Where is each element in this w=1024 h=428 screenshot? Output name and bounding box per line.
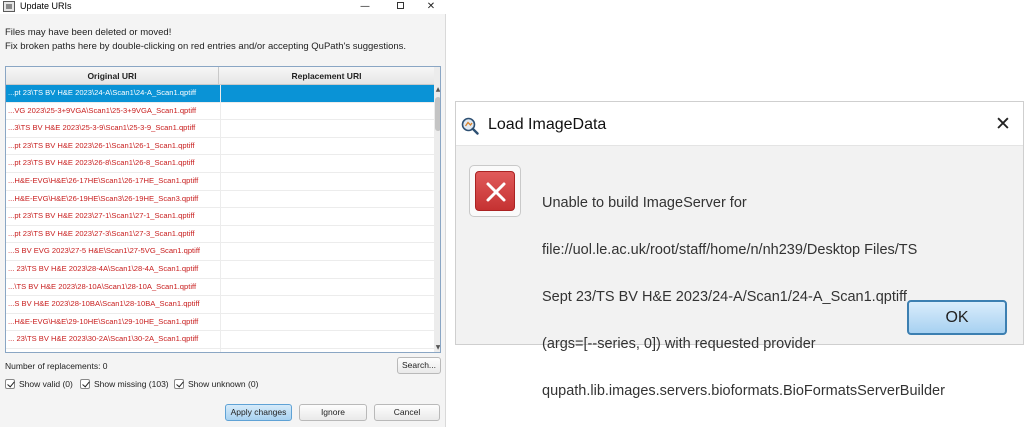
original-uri-cell[interactable]: ...H&E-EVG\H&E\26-19HE\Scan3\26-19HE_Sca… [8, 191, 219, 208]
x-mark-icon [486, 182, 506, 202]
original-uri-cell[interactable]: ...S BV H&E 2023\28-10BA\Scan1\28-10BA_S… [8, 296, 219, 313]
table-row[interactable]: ...pt 23\TS BV H&E 2023\26-8\Scan1\26-8_… [6, 155, 434, 173]
qupath-logo-icon [461, 117, 479, 135]
replacement-uri-cell[interactable] [220, 155, 432, 173]
original-uri-cell[interactable]: ...H&E-EVG\H&E\29-10HE\Scan1\29-10HE_Sca… [8, 314, 219, 331]
table-row[interactable]: ... 23\TS BV H&E 2023\28-4A\Scan1\28-4A_… [6, 260, 434, 279]
replacement-uri-cell[interactable] [220, 225, 432, 243]
table-row[interactable]: ...VG 2023\25-3+9VGA\Scan1\25-3+9VGA_Sca… [6, 102, 434, 121]
table-row[interactable]: ...H&E-EVG\H&E\26-17HE\Scan1\26-17HE_Sca… [6, 172, 434, 191]
uri-table[interactable]: Original URI Replacement URI ...pt 23\TS… [5, 66, 441, 353]
minimize-button[interactable]: — [350, 0, 380, 14]
replacement-uri-cell[interactable] [220, 102, 432, 120]
replacement-uri-cell[interactable] [220, 120, 432, 138]
show-valid-checkbox[interactable]: Show valid (0) [5, 378, 75, 390]
table-row[interactable]: ...S BV EVG 2023\27-5 H&E\Scan1\27-5VG_S… [6, 243, 434, 261]
app-window-icon [3, 1, 15, 12]
table-row[interactable]: ...S BV H&E 2023\28-10BA\Scan1\28-10BA_S… [6, 296, 434, 314]
replacement-uri-cell[interactable] [220, 85, 432, 102]
replacement-uri-cell[interactable] [220, 172, 432, 190]
error-message-line: file://uol.le.ac.uk/root/staff/home/n/nh… [542, 241, 918, 258]
ok-button[interactable]: OK [907, 300, 1007, 335]
show-unknown-checkbox[interactable]: Show unknown (0) [174, 378, 264, 390]
checkbox-label: Show unknown (0) [188, 379, 259, 389]
table-row[interactable]: ...3\TS BV H&E 2023\25-3-9\Scan1\25-3-9_… [6, 120, 434, 138]
checkbox-label: Show valid (0) [19, 379, 73, 389]
replacement-uri-cell[interactable] [220, 278, 432, 296]
dialog-titlebar: Load ImageData ✕ [456, 102, 1023, 146]
column-header-original-uri[interactable]: Original URI [6, 67, 219, 85]
checkbox-label: Show missing (103) [94, 379, 169, 389]
table-row[interactable]: ...pt 23\TS BV H&E 2023\30-3\Scan1\30-3_… [6, 348, 434, 353]
table-row[interactable]: ...pt 23\TS BV H&E 2023\27-1\Scan1\27-1_… [6, 208, 434, 226]
ignore-button[interactable]: Ignore [299, 404, 367, 421]
replacement-uri-cell[interactable] [220, 331, 432, 349]
original-uri-cell[interactable]: ...pt 23\TS BV H&E 2023\27-1\Scan1\27-1_… [8, 208, 219, 225]
warning-text: Files may have been deleted or moved! [5, 27, 172, 38]
dialog-title: Load ImageData [488, 116, 607, 133]
window-title: Update URIs [20, 1, 72, 11]
table-body: ...pt 23\TS BV H&E 2023\24-A\Scan1\24-A_… [6, 85, 434, 353]
table-row[interactable]: ...H&E-EVG\H&E\26-19HE\Scan3\26-19HE_Sca… [6, 190, 434, 209]
replacement-uri-cell[interactable] [220, 190, 432, 208]
table-header: Original URI Replacement URI [6, 67, 434, 85]
original-uri-cell[interactable]: ...VG 2023\25-3+9VGA\Scan1\25-3+9VGA_Sca… [8, 103, 219, 120]
vertical-scrollbar[interactable]: ▲ ▼ [434, 67, 440, 352]
table-row[interactable]: ...pt 23\TS BV H&E 2023\26-1\Scan1\26-1_… [6, 137, 434, 156]
scrollbar-thumb[interactable] [435, 97, 440, 131]
replacement-uri-cell[interactable] [220, 348, 432, 352]
replacement-uri-cell[interactable] [220, 137, 432, 155]
original-uri-cell[interactable]: ... 23\TS BV H&E 2023\30-2A\Scan1\30-2A_… [8, 331, 219, 348]
replacement-uri-cell[interactable] [220, 313, 432, 331]
update-uris-titlebar: Update URIs — ✕ [0, 0, 446, 14]
original-uri-cell[interactable]: ...pt 23\TS BV H&E 2023\24-A\Scan1\24-A_… [8, 85, 219, 102]
original-uri-cell[interactable]: ...pt 23\TS BV H&E 2023\27-3\Scan1\27-3_… [8, 226, 219, 243]
original-uri-cell[interactable]: ...pt 23\TS BV H&E 2023\30-3\Scan1\30-3_… [8, 349, 219, 353]
show-missing-checkbox[interactable]: Show missing (103) [80, 378, 170, 390]
original-uri-cell[interactable]: ...S BV EVG 2023\27-5 H&E\Scan1\27-5VG_S… [8, 243, 219, 260]
original-uri-cell[interactable]: ... 23\TS BV H&E 2023\28-4A\Scan1\28-4A_… [8, 261, 219, 278]
maximize-button[interactable] [385, 0, 415, 14]
table-row[interactable]: ... 23\TS BV H&E 2023\30-2A\Scan1\30-2A_… [6, 331, 434, 349]
table-row[interactable]: ...H&E-EVG\H&E\29-10HE\Scan1\29-10HE_Sca… [6, 313, 434, 332]
replacement-uri-cell[interactable] [220, 243, 432, 261]
update-uris-window: Update URIs — ✕ Files may have been dele… [0, 0, 446, 427]
instruction-text: Fix broken paths here by double-clicking… [5, 41, 407, 52]
replacement-count: Number of replacements: 0 [5, 361, 108, 371]
scroll-down-icon[interactable]: ▼ [434, 343, 440, 352]
cancel-button[interactable]: Cancel [374, 404, 440, 421]
column-header-replacement-uri[interactable]: Replacement URI [219, 67, 434, 85]
checkbox-checked-icon[interactable] [174, 379, 184, 389]
close-button[interactable]: ✕ [416, 0, 446, 14]
table-row[interactable]: ...pt 23\TS BV H&E 2023\27-3\Scan1\27-3_… [6, 225, 434, 244]
search-button[interactable]: Search... [397, 357, 441, 374]
original-uri-cell[interactable]: ...3\TS BV H&E 2023\25-3-9\Scan1\25-3-9_… [8, 120, 219, 137]
load-imagedata-dialog: Load ImageData ✕ Unable to build ImageSe… [455, 101, 1024, 399]
original-uri-cell[interactable]: ...pt 23\TS BV H&E 2023\26-8\Scan1\26-8_… [8, 155, 219, 172]
error-message-line: Unable to build ImageServer for [542, 194, 747, 211]
maximize-icon [396, 1, 404, 9]
apply-changes-button[interactable]: Apply changes [225, 404, 292, 421]
error-message-line: qupath.lib.images.servers.bioformats.Bio… [542, 383, 945, 400]
table-row[interactable]: ...pt 23\TS BV H&E 2023\24-A\Scan1\24-A_… [6, 85, 434, 103]
error-message-line: (args=[--series, 0]) with requested prov… [542, 336, 816, 353]
original-uri-cell[interactable]: ...H&E-EVG\H&E\26-17HE\Scan1\26-17HE_Sca… [8, 173, 219, 190]
original-uri-cell[interactable]: ...pt 23\TS BV H&E 2023\26-1\Scan1\26-1_… [8, 138, 219, 155]
checkbox-checked-icon[interactable] [5, 379, 15, 389]
replacement-uri-cell[interactable] [220, 260, 432, 278]
close-button[interactable]: ✕ [993, 113, 1013, 135]
table-row[interactable]: ...\TS BV H&E 2023\28-10A\Scan1\28-10A_S… [6, 278, 434, 297]
replacement-uri-cell[interactable] [220, 296, 432, 314]
error-message: Unable to build ImageServer for file://u… [542, 168, 1012, 428]
replacement-uri-cell[interactable] [220, 208, 432, 226]
checkbox-checked-icon[interactable] [80, 379, 90, 389]
error-x-icon [469, 165, 521, 217]
original-uri-cell[interactable]: ...\TS BV H&E 2023\28-10A\Scan1\28-10A_S… [8, 279, 219, 296]
scroll-up-icon[interactable]: ▲ [434, 85, 440, 95]
